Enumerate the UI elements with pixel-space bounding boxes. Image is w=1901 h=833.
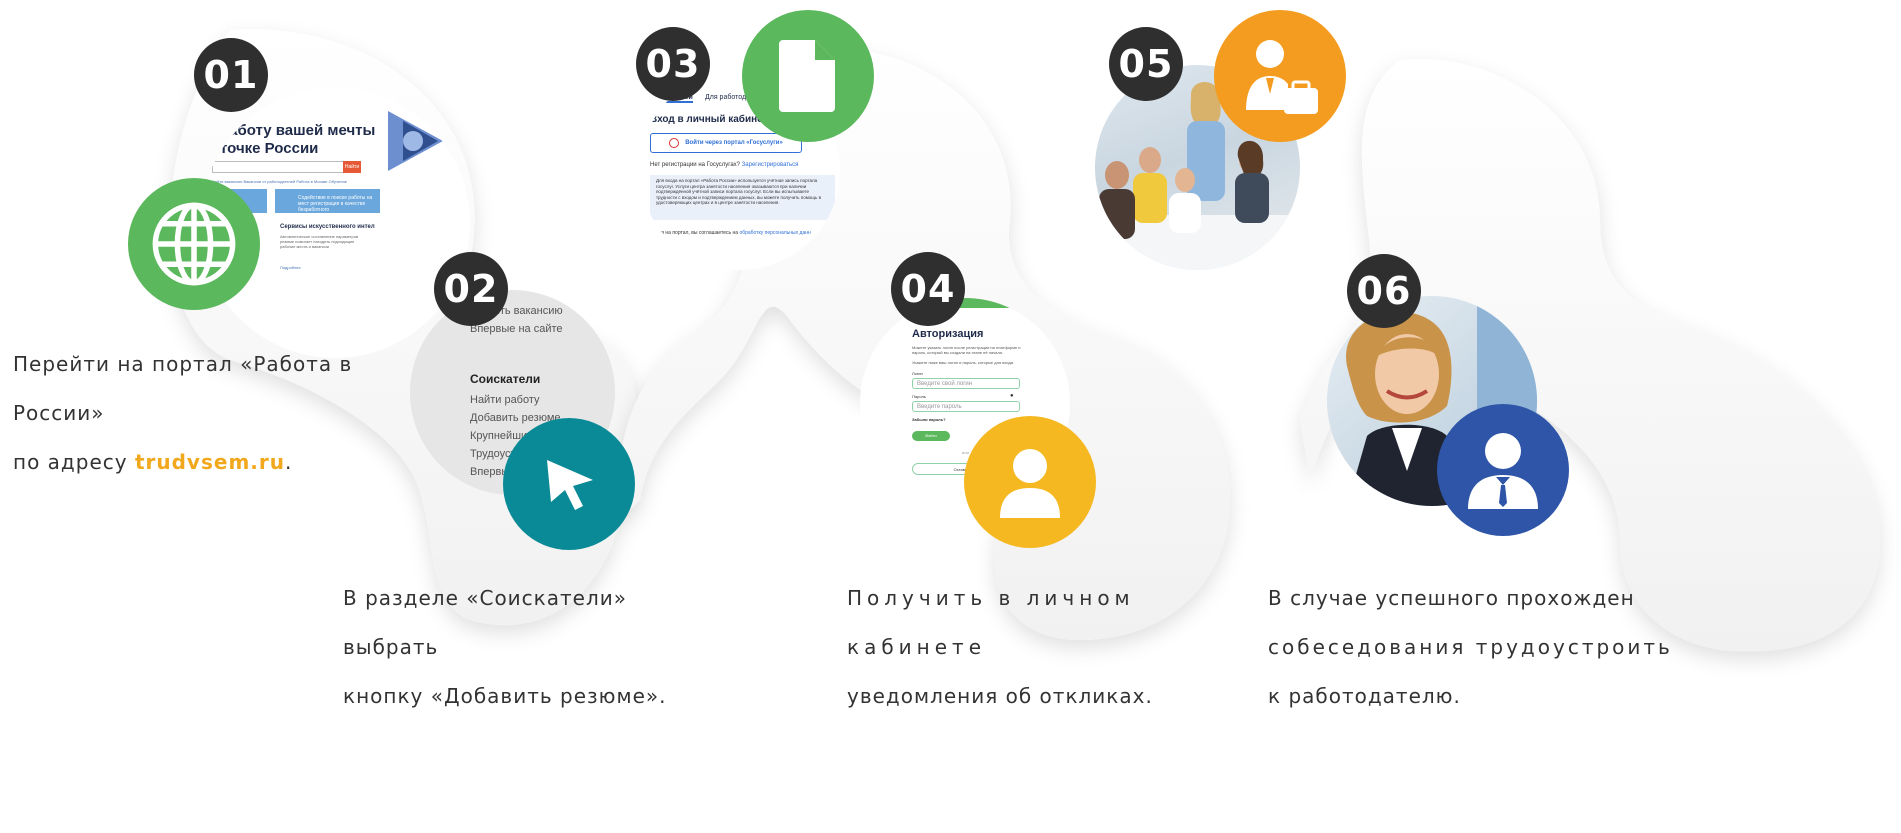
step-1-description: Перейти на портал «Работа в России» по а… — [13, 340, 373, 487]
step-4-green-top — [950, 298, 1070, 308]
trudvsem-link[interactable]: trudvsem.ru — [135, 450, 285, 474]
step-1-text-line-2: по адресу trudvsem.ru. — [13, 438, 373, 487]
step-4-icon-bubble — [964, 416, 1096, 548]
gosuslugi-logo-icon — [669, 138, 680, 148]
step-1-search-field — [212, 161, 344, 173]
cursor-icon — [547, 460, 593, 510]
step-6-number-badge: 06 — [1347, 254, 1421, 328]
user-icon — [1000, 449, 1060, 518]
step-3-consent-text: Входя на портал, вы соглашаетесь на — [650, 230, 739, 236]
step-1-text-line-1: Перейти на портал «Работа в России» — [13, 352, 353, 425]
step-5-icon-bubble — [1214, 10, 1346, 142]
step-2-number-badge: 02 — [434, 252, 508, 326]
step-3-icon-bubble — [742, 10, 874, 142]
step-4-text-line-1: Получить в личном кабинете — [847, 586, 1135, 659]
manager-briefcase-icon — [1246, 40, 1318, 114]
step-1-number-badge: 01 — [194, 38, 268, 112]
step-2-text-line-2: кнопку «Добавить резюме». — [343, 684, 667, 708]
step-3-consent-link: обработку персональных данн — [739, 230, 811, 236]
step-3-register-link: Зарегистрироваться — [741, 162, 799, 168]
step-1-text-prefix: по адресу — [13, 450, 135, 474]
step-1-card-text: Содействие в поиске работы на мест регис… — [298, 195, 373, 213]
step-4-or: или — [962, 450, 969, 455]
step-2-section-title: Соискатели — [470, 372, 541, 386]
step-6-text-line-3: к работодателю. — [1268, 684, 1461, 708]
step-6-text-line-2: собеседования трудоустроить — [1268, 635, 1673, 659]
step-6-icon-bubble — [1437, 404, 1569, 536]
step-3-gosuslugi-button: Войти через портал «Госуслуги» — [650, 133, 802, 153]
step-1-ai-title: Сервисы искусственного интел — [280, 224, 375, 230]
step-1-triangle-graphic — [388, 111, 443, 171]
globe-icon — [152, 202, 236, 286]
step-1-icon-bubble — [128, 178, 260, 310]
step-1-tiny-links: Найти вакансию Вакансии от работодателей… — [212, 179, 347, 184]
step-3-info-box: Для входа на портал «Работа России» испо… — [650, 175, 835, 220]
document-icon — [779, 40, 835, 112]
step-1-ai-text: Автоматическое составление параметров ре… — [280, 234, 359, 249]
step-3-info-text: Для входа на портал «Работа России» испо… — [656, 178, 821, 205]
step-3-gosuslugi-label: Войти через портал «Госуслуги» — [685, 140, 783, 146]
employee-icon — [1468, 433, 1538, 509]
step-4-title: Авторизация — [912, 328, 984, 340]
eye-icon: ● — [1010, 393, 1014, 399]
step-1-search-button: Найти — [343, 161, 361, 173]
step-4-text-line-2: уведомления об откликах. — [847, 684, 1153, 708]
step-1-more-link: Подробнее — [280, 265, 301, 270]
step-3-consent-line: Входя на портал, вы соглашаетесь на обра… — [650, 230, 811, 236]
step-6-text-line-1: В случае успешного прохожден — [1268, 586, 1635, 610]
step-1-headline-1: работу вашей мечты — [220, 122, 376, 139]
step-4-login-label: Логин — [912, 371, 923, 376]
step-2-item-1: Найти работу — [470, 394, 540, 406]
step-3-register-line: Нет регистрации на Госуслугах? Зарегистр… — [650, 162, 798, 168]
step-4-description: Получить в личном кабинете уведомления о… — [847, 574, 1177, 721]
step-4-login-button: Войти — [912, 431, 950, 441]
step-2-top-item-2: Впервые на сайте — [470, 323, 563, 335]
step-1-text-suffix: . — [284, 450, 293, 474]
step-4-number-badge: 04 — [891, 252, 965, 326]
step-3-no-registration: Нет регистрации на Госуслугах? — [650, 162, 740, 168]
step-1-headline-2: точке России — [220, 140, 319, 157]
step-5-number-badge: 05 — [1109, 27, 1183, 101]
step-2-text-line-1: В разделе «Соискатели» выбрать — [343, 586, 627, 659]
step-4-desc-2: Укажите ниже ваш логин и пароль, которые… — [912, 360, 1015, 365]
step-4-password-field: Введите пароль — [912, 401, 1020, 412]
step-3-number-badge: 03 — [636, 27, 710, 101]
step-6-description: В случае успешного прохожден собеседован… — [1268, 574, 1901, 721]
step-4-forgot: Забыли пароль? — [912, 417, 946, 422]
step-2-icon-bubble — [503, 418, 635, 550]
step-4-desc-1: Можете указать логин после регистрации н… — [912, 345, 1021, 355]
step-4-login-field: Введите свой логин — [912, 378, 1020, 389]
step-4-password-label: Пароль — [912, 394, 926, 399]
step-2-description: В разделе «Соискатели» выбрать кнопку «Д… — [343, 574, 703, 721]
